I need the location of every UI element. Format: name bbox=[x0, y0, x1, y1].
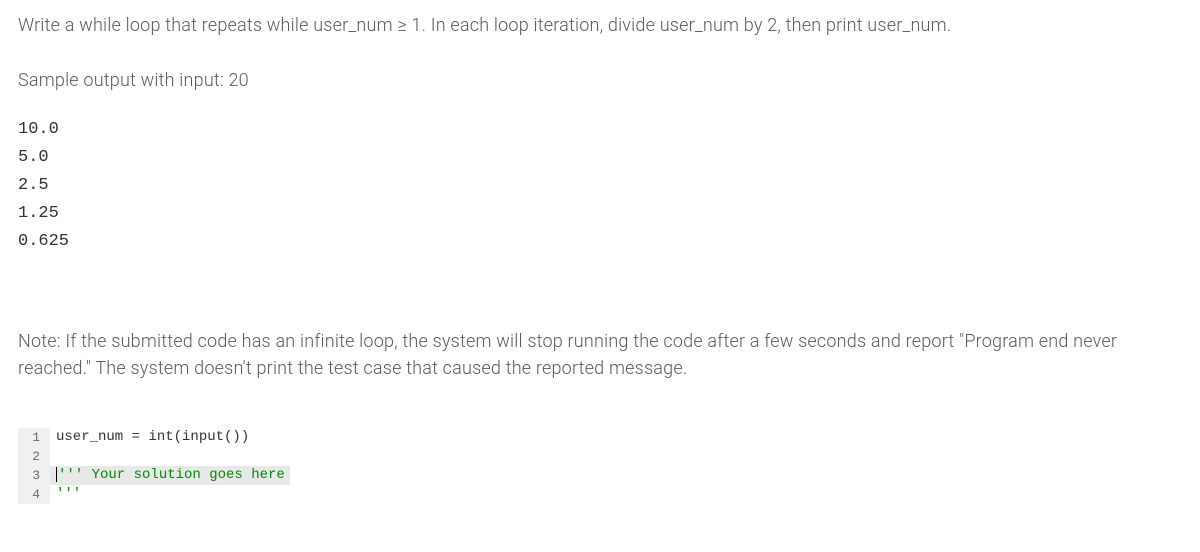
code-line[interactable]: 4 bbox=[18, 485, 1182, 504]
line-number: 4 bbox=[18, 485, 50, 504]
sample-output-block: 10.0 5.0 2.5 1.25 0.625 bbox=[18, 116, 1182, 256]
code-line[interactable]: 3''' Your solution goes here ''' bbox=[18, 466, 1182, 485]
line-number: 1 bbox=[18, 428, 50, 447]
sample-output-label: Sample output with input: 20 bbox=[18, 67, 1182, 94]
code-content[interactable] bbox=[50, 485, 56, 504]
line-number: 2 bbox=[18, 447, 50, 466]
code-line[interactable]: 2 bbox=[18, 447, 1182, 466]
code-line[interactable]: 1 user_num = int(input()) bbox=[18, 428, 1182, 447]
code-content[interactable]: ''' Your solution goes here ''' bbox=[50, 466, 290, 485]
note-text: Note: If the submitted code has an infin… bbox=[18, 328, 1182, 382]
problem-instruction: Write a while loop that repeats while us… bbox=[18, 12, 1182, 39]
code-content[interactable]: user_num = int(input()) bbox=[50, 428, 249, 447]
code-editor[interactable]: 1 user_num = int(input()) 23''' Your solut… bbox=[18, 428, 1182, 504]
line-number: 3 bbox=[18, 466, 50, 485]
code-token: user_num = int(input()) bbox=[56, 429, 249, 445]
text-cursor bbox=[56, 467, 57, 482]
code-content[interactable] bbox=[50, 447, 56, 466]
